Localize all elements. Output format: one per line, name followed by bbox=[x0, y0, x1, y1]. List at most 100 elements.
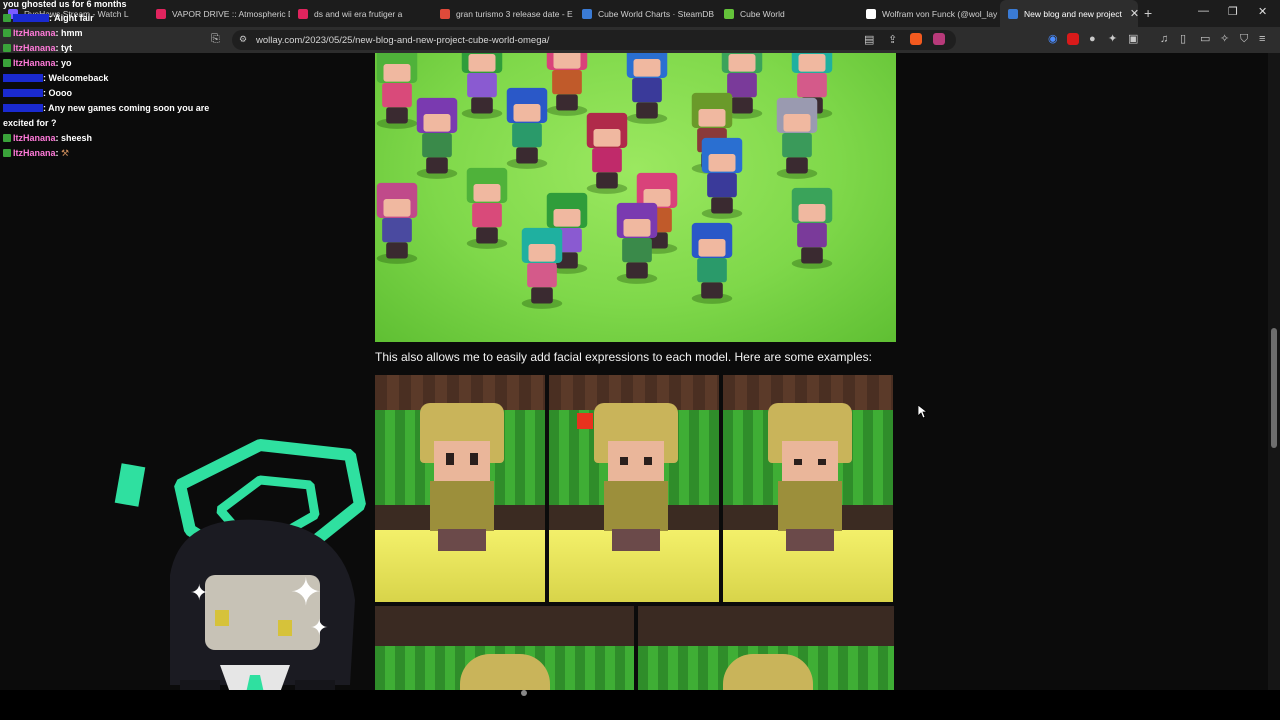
voxel-character bbox=[614, 202, 660, 284]
brave-shield-icon[interactable] bbox=[910, 33, 922, 45]
reader-icon[interactable]: ▤ bbox=[864, 35, 874, 46]
share-icon[interactable]: ⇪ bbox=[888, 35, 897, 46]
voxel-character bbox=[584, 112, 630, 194]
character-body bbox=[382, 217, 412, 243]
character-hair bbox=[460, 654, 550, 690]
right-eye bbox=[818, 459, 826, 465]
tab-label: Wolfram von Funck (@wol_lay bbox=[882, 8, 998, 19]
extension-red-icon[interactable] bbox=[1067, 33, 1079, 45]
character-legs bbox=[531, 287, 553, 304]
red-block bbox=[577, 413, 593, 429]
vpn-icon[interactable]: ⛉ bbox=[1240, 34, 1248, 45]
expression-image-1 bbox=[375, 375, 545, 602]
minimize-icon[interactable]: — bbox=[1198, 5, 1209, 17]
character-face bbox=[633, 59, 661, 77]
restore-icon[interactable]: ❐ bbox=[1228, 5, 1238, 18]
close-window-icon[interactable]: ✕ bbox=[1258, 5, 1267, 18]
character-legs bbox=[786, 529, 834, 551]
rewards-icon[interactable] bbox=[933, 33, 945, 45]
expression-image-2 bbox=[549, 375, 719, 602]
character-face bbox=[783, 114, 811, 132]
tab-2[interactable]: ds and wii era frutiger a bbox=[290, 0, 432, 27]
bookmark-icon[interactable]: ⎘ bbox=[211, 34, 220, 45]
left-eye bbox=[446, 453, 454, 465]
tab-4[interactable]: Cube World Charts · SteamDB bbox=[574, 0, 716, 27]
tab-favicon-icon bbox=[1008, 8, 1018, 19]
character-face bbox=[383, 64, 411, 82]
chat-text: : Oooo bbox=[43, 88, 72, 98]
chat-username bbox=[3, 104, 43, 112]
extension-dot-icon[interactable]: ● bbox=[1089, 34, 1096, 45]
right-eye bbox=[644, 457, 652, 465]
voxel-character bbox=[544, 53, 590, 116]
character-body bbox=[707, 172, 737, 198]
chat-message: : Oooo bbox=[3, 86, 72, 101]
chat-message: : Any new games coming soon you are exci… bbox=[3, 101, 213, 130]
character-hair bbox=[723, 654, 813, 690]
wallet-icon[interactable]: ▭ bbox=[1200, 34, 1210, 45]
halo-shard bbox=[114, 463, 146, 507]
tab-label: New blog and new project bbox=[1024, 8, 1122, 19]
character-face bbox=[553, 53, 581, 69]
voxel-character bbox=[789, 187, 835, 269]
tab-3[interactable]: gran turismo 3 release date - E bbox=[432, 0, 574, 27]
mouse-cursor-icon bbox=[918, 405, 928, 419]
left-eye bbox=[215, 610, 229, 626]
character-body bbox=[430, 481, 494, 531]
chat-message: ItzHanana: tyt bbox=[3, 41, 72, 56]
bottom-bar bbox=[0, 690, 1280, 720]
character-face bbox=[782, 441, 838, 481]
character-body bbox=[797, 222, 827, 248]
character-body bbox=[592, 147, 622, 173]
leo-icon[interactable]: ✧ bbox=[1220, 34, 1229, 45]
tab-1[interactable]: VAPOR DRIVE :: Atmospheric D bbox=[148, 0, 290, 27]
voxel-character bbox=[624, 53, 670, 124]
tab-5[interactable]: Cube World bbox=[716, 0, 858, 27]
character-legs bbox=[471, 97, 493, 114]
audio-icon[interactable]: ◉ bbox=[1048, 34, 1058, 45]
sparkle-icon: ✦ bbox=[290, 572, 322, 614]
menu-icon[interactable]: ≡ bbox=[1259, 34, 1265, 45]
chat-username bbox=[3, 74, 43, 82]
new-tab-icon[interactable]: + bbox=[1144, 5, 1152, 21]
character-legs bbox=[786, 157, 808, 174]
sparkle-icon: ✦ bbox=[190, 580, 208, 605]
character-body bbox=[622, 237, 652, 263]
screenshot-icon[interactable]: ▣ bbox=[1128, 34, 1138, 45]
progress-dot bbox=[521, 690, 527, 696]
voxel-character bbox=[774, 97, 820, 179]
tab-6[interactable]: Wolfram von Funck (@wol_lay bbox=[858, 0, 1000, 27]
scrollbar-thumb[interactable] bbox=[1271, 328, 1277, 448]
chat-message: ItzHanana: ⚒ bbox=[3, 146, 69, 161]
tab-favicon-icon bbox=[156, 8, 166, 19]
chat-message: you ghosted us for 6 months bbox=[3, 0, 127, 12]
character-legs bbox=[711, 197, 733, 214]
tab-favicon-icon bbox=[866, 8, 876, 19]
chat-username: ItzHanana bbox=[13, 28, 56, 38]
character-face bbox=[708, 154, 736, 172]
scrollbar[interactable] bbox=[1268, 53, 1280, 690]
chat-username: ItzHanana bbox=[13, 148, 56, 158]
tab-label: Cube World Charts · SteamDB bbox=[598, 8, 715, 19]
tab-7[interactable]: New blog and new project ✕ bbox=[1000, 0, 1138, 27]
chat-message: ItzHanana: yo bbox=[3, 56, 72, 71]
media-icon[interactable]: ♫ bbox=[1160, 34, 1168, 45]
chat-username bbox=[3, 89, 43, 97]
tab-label: gran turismo 3 release date - E bbox=[456, 8, 573, 19]
tab-bar: RyeHaws Stream - Watch L VAPOR DRIVE :: … bbox=[0, 0, 1280, 27]
chat-message: : Welcomeback bbox=[3, 71, 108, 86]
character-face bbox=[434, 441, 490, 481]
character-face bbox=[728, 54, 756, 72]
extensions-icon[interactable]: ✦ bbox=[1108, 34, 1117, 45]
voxel-character bbox=[375, 182, 420, 264]
character-body bbox=[472, 202, 502, 228]
close-tab-icon[interactable]: ✕ bbox=[1130, 7, 1138, 20]
chat-message: : Aight fair bbox=[3, 11, 94, 26]
character-legs bbox=[476, 227, 498, 244]
site-info-icon[interactable]: ⚙ bbox=[239, 35, 247, 44]
character-face bbox=[513, 104, 541, 122]
chat-username: ItzHanana bbox=[13, 58, 56, 68]
url-field[interactable]: ⚙ wollay.com/2023/05/25/new-blog-and-new… bbox=[232, 30, 956, 50]
sidebar-icon[interactable]: ▯ bbox=[1180, 34, 1186, 45]
chat-text: : Welcomeback bbox=[43, 73, 109, 83]
